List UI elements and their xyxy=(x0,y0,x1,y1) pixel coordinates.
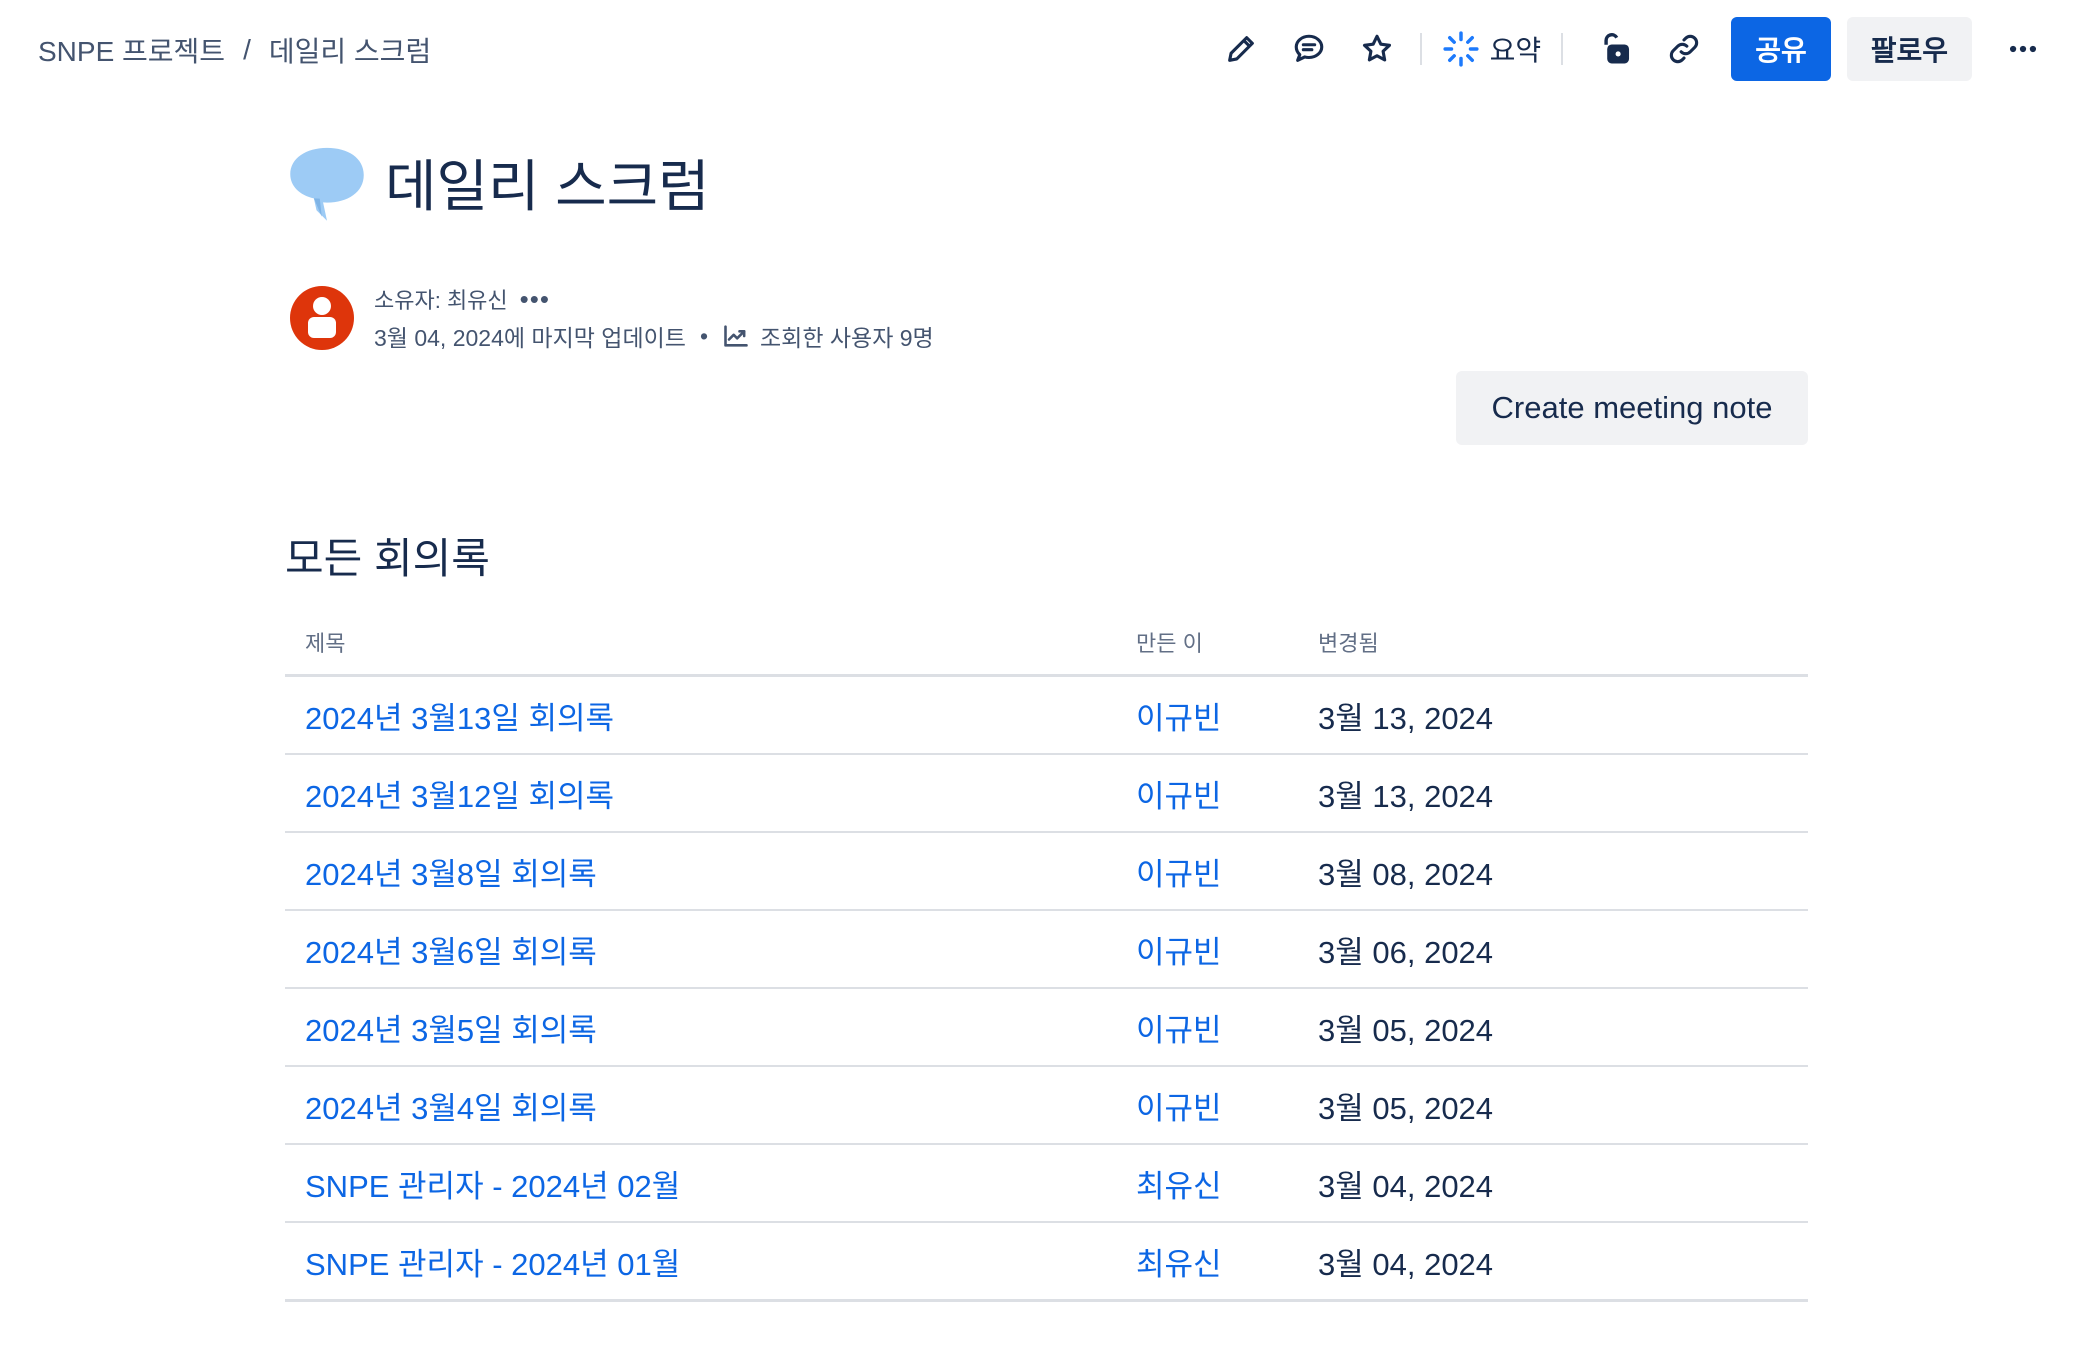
table-row: SNPE 관리자 - 2024년 01월 최유신 3월 04, 2024 xyxy=(285,1223,1808,1302)
star-button[interactable] xyxy=(1348,20,1406,78)
column-header-title[interactable]: 제목 xyxy=(285,626,1136,658)
link-icon xyxy=(1670,34,1699,64)
meeting-note-title-link[interactable]: SNPE 관리자 - 2024년 02월 xyxy=(285,1161,1136,1206)
table-row: 2024년 3월13일 회의록 이규빈 3월 13, 2024 xyxy=(285,677,1808,755)
creator-link[interactable]: 이규빈 xyxy=(1136,927,1318,972)
section-heading: 모든 회의록 xyxy=(285,535,490,582)
changed-date: 3월 05, 2024 xyxy=(1318,1090,1494,1126)
share-button[interactable]: 공유 xyxy=(1731,17,1831,81)
meeting-note-title-link[interactable]: SNPE 관리자 - 2024년 01월 xyxy=(285,1239,1136,1284)
owner-text: 소유자: 최유신 xyxy=(374,288,508,313)
meeting-note-title-link[interactable]: 2024년 3월12일 회의록 xyxy=(285,771,1136,816)
meeting-note-title-link[interactable]: 2024년 3월13일 회의록 xyxy=(285,693,1136,738)
breadcrumb-space-link[interactable]: SNPE 프로젝트 xyxy=(38,30,225,70)
breadcrumb-page-link[interactable]: 데일리 스크럼 xyxy=(269,30,431,70)
creator-link[interactable]: 최유신 xyxy=(1136,1161,1318,1206)
creator-link[interactable]: 이규빈 xyxy=(1136,849,1318,894)
viewers-text[interactable]: 조회한 사용자 9명 xyxy=(760,319,934,353)
changed-date: 3월 05, 2024 xyxy=(1318,1012,1494,1048)
byline-bullet: • xyxy=(699,322,708,349)
summary-label: 요약 xyxy=(1489,35,1542,66)
follow-button[interactable]: 팔로우 xyxy=(1846,17,1972,81)
table-row: 2024년 3월8일 회의록 이규빈 3월 08, 2024 xyxy=(285,833,1808,911)
breadcrumb: SNPE 프로젝트 / 데일리 스크럼 xyxy=(38,30,431,70)
star-icon xyxy=(1362,34,1391,62)
edit-icon xyxy=(1227,36,1254,62)
analytics-trend-icon xyxy=(724,325,748,347)
page-title: 데일리 스크럼 xyxy=(385,154,710,218)
meeting-notes-table: 제목 만든 이 변경됨 2024년 3월13일 회의록 이규빈 3월 13, 202… xyxy=(285,610,1808,1302)
comment-icon xyxy=(1294,34,1323,62)
table-row: 2024년 3월5일 회의록 이규빈 3월 05, 2024 xyxy=(285,989,1808,1067)
meeting-note-title-link[interactable]: 2024년 3월8일 회의록 xyxy=(285,849,1136,894)
byline-more-button[interactable]: ••• xyxy=(520,284,550,315)
avatar[interactable] xyxy=(290,286,354,350)
changed-date: 3월 06, 2024 xyxy=(1318,934,1494,970)
restrictions-button[interactable] xyxy=(1587,20,1645,78)
breadcrumb-separator: / xyxy=(243,34,251,65)
column-header-changed[interactable]: 변경됨 xyxy=(1318,626,1808,658)
changed-date: 3월 08, 2024 xyxy=(1318,856,1494,892)
edit-button[interactable] xyxy=(1212,20,1270,78)
changed-date: 3월 13, 2024 xyxy=(1318,700,1494,736)
summary-button[interactable]: 요약 xyxy=(1436,29,1548,69)
toolbar-divider xyxy=(1561,33,1564,65)
changed-date: 3월 04, 2024 xyxy=(1318,1246,1494,1282)
last-updated-text[interactable]: 3월 04, 2024에 마지막 업데이트 xyxy=(374,319,686,353)
ai-summary-icon xyxy=(1443,31,1479,67)
creator-link[interactable]: 최유신 xyxy=(1136,1239,1318,1284)
more-actions-button[interactable] xyxy=(1994,20,2052,78)
table-row: 2024년 3월4일 회의록 이규빈 3월 05, 2024 xyxy=(285,1067,1808,1145)
creator-link[interactable]: 이규빈 xyxy=(1136,1083,1318,1128)
comment-button[interactable] xyxy=(1280,20,1338,78)
creator-link[interactable]: 이규빈 xyxy=(1136,1005,1318,1050)
table-row: SNPE 관리자 - 2024년 02월 최유신 3월 04, 2024 xyxy=(285,1145,1808,1223)
table-row: 2024년 3월6일 회의록 이규빈 3월 06, 2024 xyxy=(285,911,1808,989)
changed-date: 3월 04, 2024 xyxy=(1318,1168,1494,1204)
table-row: 2024년 3월12일 회의록 이규빈 3월 13, 2024 xyxy=(285,755,1808,833)
unlock-icon xyxy=(1604,33,1630,64)
meeting-note-title-link[interactable]: 2024년 3월4일 회의록 xyxy=(285,1083,1136,1128)
page-byline: 소유자: 최유신 ••• 3월 04, 2024에 마지막 업데이트 • 조회한… xyxy=(290,282,934,356)
create-meeting-note-button[interactable]: Create meeting note xyxy=(1456,371,1808,445)
page-toolbar: 요약 공유 팔로우 xyxy=(1202,16,2052,82)
speech-balloon-icon xyxy=(290,147,364,221)
creator-link[interactable]: 이규빈 xyxy=(1136,693,1318,738)
changed-date: 3월 13, 2024 xyxy=(1318,778,1494,814)
user-avatar-icon xyxy=(308,297,336,338)
toolbar-divider xyxy=(1419,33,1422,65)
creator-link[interactable]: 이규빈 xyxy=(1136,771,1318,816)
column-header-creator[interactable]: 만든 이 xyxy=(1136,626,1318,658)
meeting-note-title-link[interactable]: 2024년 3월5일 회의록 xyxy=(285,1005,1136,1050)
table-header: 제목 만든 이 변경됨 xyxy=(285,610,1808,677)
more-icon xyxy=(2009,45,2037,53)
copy-link-button[interactable] xyxy=(1655,20,1713,78)
meeting-note-title-link[interactable]: 2024년 3월6일 회의록 xyxy=(285,927,1136,972)
page-header: 데일리 스크럼 xyxy=(285,140,710,224)
